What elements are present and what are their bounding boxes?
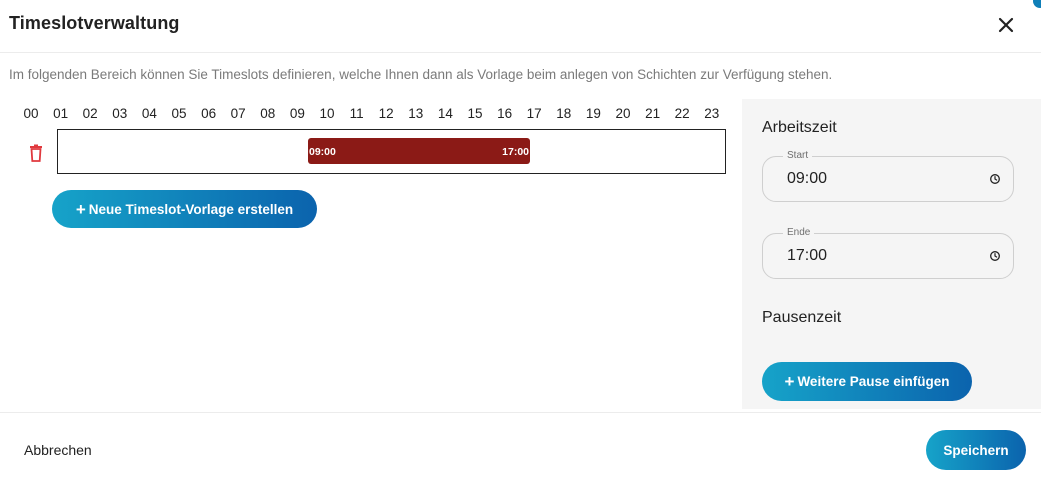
new-timeslot-template-label: Neue Timeslot-Vorlage erstellen	[88, 201, 294, 217]
hour-label: 22	[674, 106, 690, 121]
hour-label: 12	[378, 106, 394, 121]
timeslot-start-label: 09:00	[309, 146, 336, 158]
hour-label: 03	[112, 106, 128, 121]
dialog-title: Timeslotverwaltung	[9, 13, 180, 33]
dialog-header: Timeslotverwaltung	[0, 0, 1041, 53]
break-time-title: Pausenzeit	[762, 309, 842, 326]
hour-label: 05	[171, 106, 187, 121]
start-time-field[interactable]: Start 09:00	[762, 150, 1014, 202]
clock-icon[interactable]	[989, 250, 1001, 262]
hour-label: 15	[467, 106, 483, 121]
hour-label: 04	[141, 106, 157, 121]
dialog-description: Im folgenden Bereich können Sie Timeslot…	[9, 67, 833, 82]
add-break-label: Weitere Pause einfügen	[797, 374, 950, 389]
timeslot-timeline: 09:00 17:00	[57, 129, 726, 174]
working-time-title: Arbeitszeit	[762, 119, 837, 136]
timeslot-bar[interactable]: 09:00 17:00	[308, 138, 530, 164]
hour-label: 16	[497, 106, 513, 121]
close-button[interactable]	[995, 14, 1017, 36]
start-time-value: 09:00	[787, 170, 828, 187]
clock-icon[interactable]	[989, 173, 1001, 185]
cancel-button[interactable]: Abbrechen	[24, 442, 92, 458]
hour-label: 02	[82, 106, 98, 121]
hour-label: 23	[704, 106, 720, 121]
hour-scale: 00 01 02 03 04 05 06 07 08 09 10 11 12 13 14 15 16 17 18 19…	[16, 106, 728, 124]
hour-label: 01	[53, 106, 69, 121]
hour-label: 09	[289, 106, 305, 121]
trash-icon	[30, 144, 42, 162]
hour-label: 00	[23, 106, 39, 121]
end-time-value: 17:00	[787, 247, 828, 264]
hour-label: 21	[645, 106, 661, 121]
new-timeslot-template-button[interactable]: + Neue Timeslot-Vorlage erstellen	[52, 190, 317, 228]
hour-label: 06	[201, 106, 217, 121]
end-time-label: Ende	[783, 227, 815, 238]
add-break-button[interactable]: + Weitere Pause einfügen	[762, 362, 972, 401]
hour-label: 17	[526, 106, 542, 121]
hour-label: 10	[319, 106, 335, 121]
end-time-field[interactable]: Ende 17:00	[762, 227, 1014, 279]
hour-label: 11	[349, 106, 364, 121]
timeslot-end-label: 17:00	[502, 146, 529, 158]
hour-label: 13	[408, 106, 424, 121]
hour-label: 07	[230, 106, 246, 121]
plus-icon: +	[75, 199, 86, 219]
save-button[interactable]: Speichern	[926, 430, 1026, 470]
timeslot-detail-panel: Arbeitszeit Start 09:00 Ende 17:00 Pause…	[742, 99, 1041, 409]
hour-label: 08	[260, 106, 276, 121]
hour-label: 20	[615, 106, 631, 121]
hour-label: 18	[556, 106, 572, 121]
hour-label: 19	[585, 106, 601, 121]
hour-label: 14	[437, 106, 453, 121]
start-time-label: Start	[783, 150, 813, 161]
plus-icon: +	[784, 372, 795, 391]
close-icon	[998, 17, 1014, 33]
footer-divider	[0, 412, 1041, 413]
delete-timeslot-button[interactable]	[26, 143, 46, 163]
